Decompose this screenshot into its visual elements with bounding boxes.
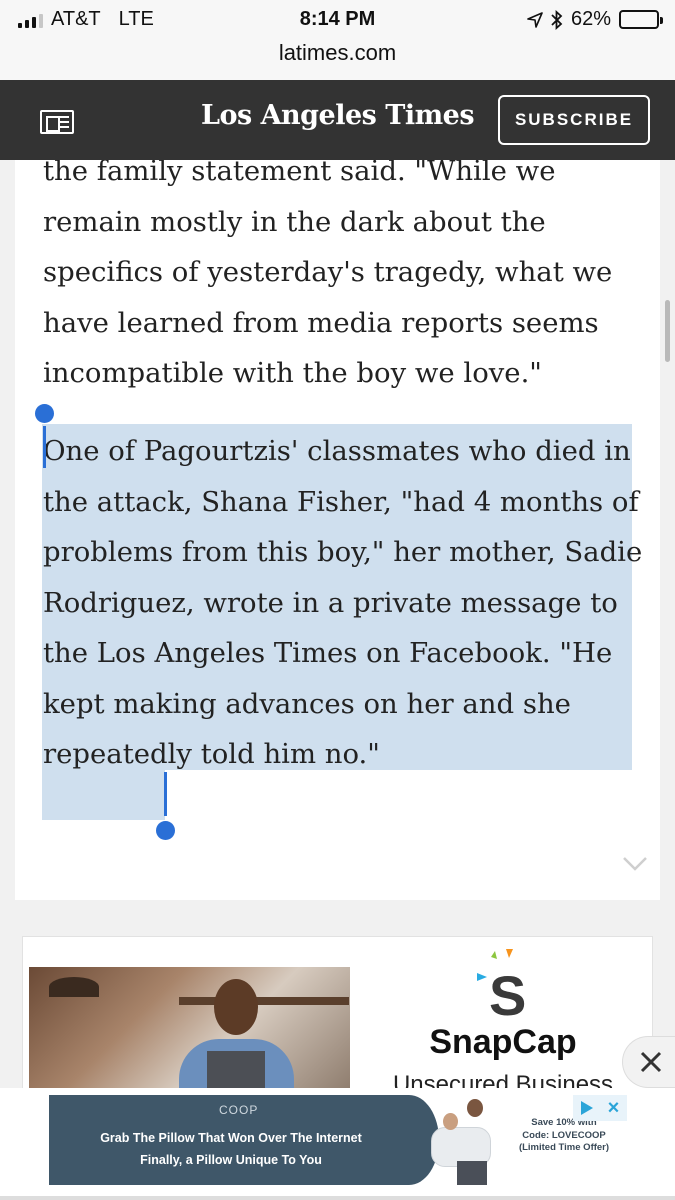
ad-brand-name[interactable]: SnapCap	[353, 1023, 652, 1062]
banner-image	[421, 1095, 511, 1185]
status-icons: 62%	[527, 8, 663, 31]
chevron-down-icon[interactable]	[622, 850, 648, 876]
adchoices-icon[interactable]	[573, 1095, 600, 1121]
status-bar: AT&T LTE 8:14 PM 62% latimes.com	[0, 0, 675, 80]
sponsored-ad-card[interactable]: S SnapCap Unsecured Business	[22, 936, 653, 1096]
banner-headline: Grab The Pillow That Won Over The Intern…	[100, 1131, 362, 1145]
battery-percent: 62%	[570, 8, 611, 30]
offer-line-3: (Limited Time Offer)	[518, 1142, 610, 1153]
page-scrollbar[interactable]	[665, 300, 670, 362]
address-bar-url[interactable]: latimes.com	[0, 40, 675, 66]
snapcap-logo-icon: S	[477, 949, 526, 1019]
location-arrow-icon	[527, 11, 543, 28]
bluetooth-icon	[551, 9, 563, 30]
close-icon	[640, 1051, 662, 1073]
article-paragraph: the family statement said. "While we rem…	[43, 160, 613, 389]
banner-brand: COOP	[219, 1103, 259, 1117]
offer-line-2: Code: LOVECOOP	[522, 1129, 606, 1141]
selection-end-handle[interactable]	[156, 821, 175, 840]
banner-tagline: Finally, a Pillow Unique To You	[140, 1153, 322, 1167]
article-body: the family statement said. "While we rem…	[15, 160, 660, 900]
home-indicator-strip	[0, 1196, 675, 1200]
battery-icon	[619, 10, 663, 29]
selection-end-caret	[164, 772, 167, 816]
bottom-banner-ad[interactable]: COOP Grab The Pillow That Won Over The I…	[49, 1095, 628, 1185]
ad-image[interactable]	[29, 967, 350, 1095]
subscribe-button[interactable]: SUBSCRIBE	[498, 95, 650, 145]
banner-close-icon[interactable]: ×	[600, 1095, 627, 1121]
selection-start-caret	[43, 426, 46, 468]
selection-start-handle[interactable]	[35, 404, 54, 423]
svg-text:S: S	[489, 964, 526, 1019]
selected-paragraph[interactable]: One of Pagourtzis' classmates who died i…	[43, 426, 643, 780]
adchoices-badge[interactable]: ×	[573, 1095, 627, 1121]
close-ad-button[interactable]	[622, 1036, 675, 1088]
banner-offer: Save 10% with Code: LOVECOOP (Limited Ti…	[504, 1117, 624, 1155]
bottom-banner-container: COOP Grab The Pillow That Won Over The I…	[0, 1088, 675, 1200]
site-header: Los Angeles Times SUBSCRIBE	[0, 80, 675, 160]
